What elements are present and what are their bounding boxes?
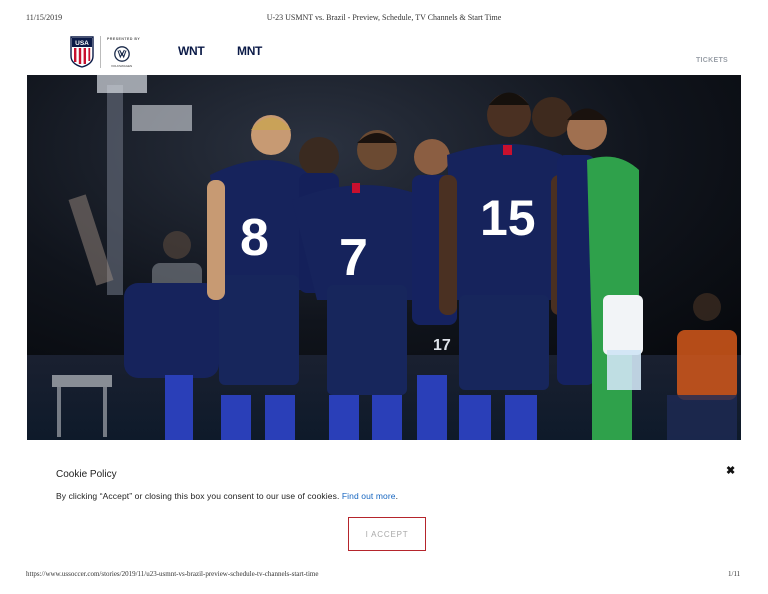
team-huddle-photo: 8 7 17 15	[27, 75, 741, 440]
cookie-banner: Cookie Policy ✖ By clicking “Accept” or …	[0, 440, 768, 560]
hero-image: 8 7 17 15	[27, 75, 741, 440]
header-divider	[100, 36, 101, 68]
volkswagen-logo-icon	[114, 46, 130, 62]
print-url: https://www.ussoccer.com/stories/2019/11…	[26, 570, 319, 578]
jersey-number-15: 15	[480, 190, 536, 246]
presented-by-label: PRESENTED BY	[107, 37, 141, 41]
jersey-number-17: 17	[433, 337, 451, 354]
nav-mnt[interactable]: MNT	[237, 44, 262, 58]
cookie-body-text: By clicking “Accept” or closing this box…	[56, 491, 342, 501]
nav-wnt[interactable]: WNT	[178, 44, 205, 58]
jersey-number-7: 7	[339, 229, 368, 287]
print-title: U-23 USMNT vs. Brazil - Preview, Schedul…	[266, 13, 502, 22]
sponsor-label: VOLKSWAGEN	[111, 64, 133, 68]
jersey-number-8: 8	[240, 209, 269, 267]
close-icon[interactable]: ✖	[726, 464, 735, 477]
tickets-link[interactable]: TICKETS	[696, 57, 728, 64]
cookie-period: .	[395, 491, 399, 501]
print-header: 11/15/2019 U-23 USMNT vs. Brazil - Previ…	[0, 13, 768, 25]
crest-text: USA	[75, 40, 89, 47]
page-number: 1/11	[728, 570, 741, 578]
ussf-crest-icon[interactable]: USA	[70, 36, 94, 68]
site-header: USA PRESENTED BY VOLKSWAGEN WNT MNT TICK…	[0, 34, 768, 74]
cookie-title: Cookie Policy	[56, 469, 117, 480]
cookie-message: By clicking “Accept” or closing this box…	[56, 491, 398, 501]
accept-button[interactable]: I ACCEPT	[348, 517, 426, 551]
find-out-more-link[interactable]: Find out more	[342, 491, 396, 501]
